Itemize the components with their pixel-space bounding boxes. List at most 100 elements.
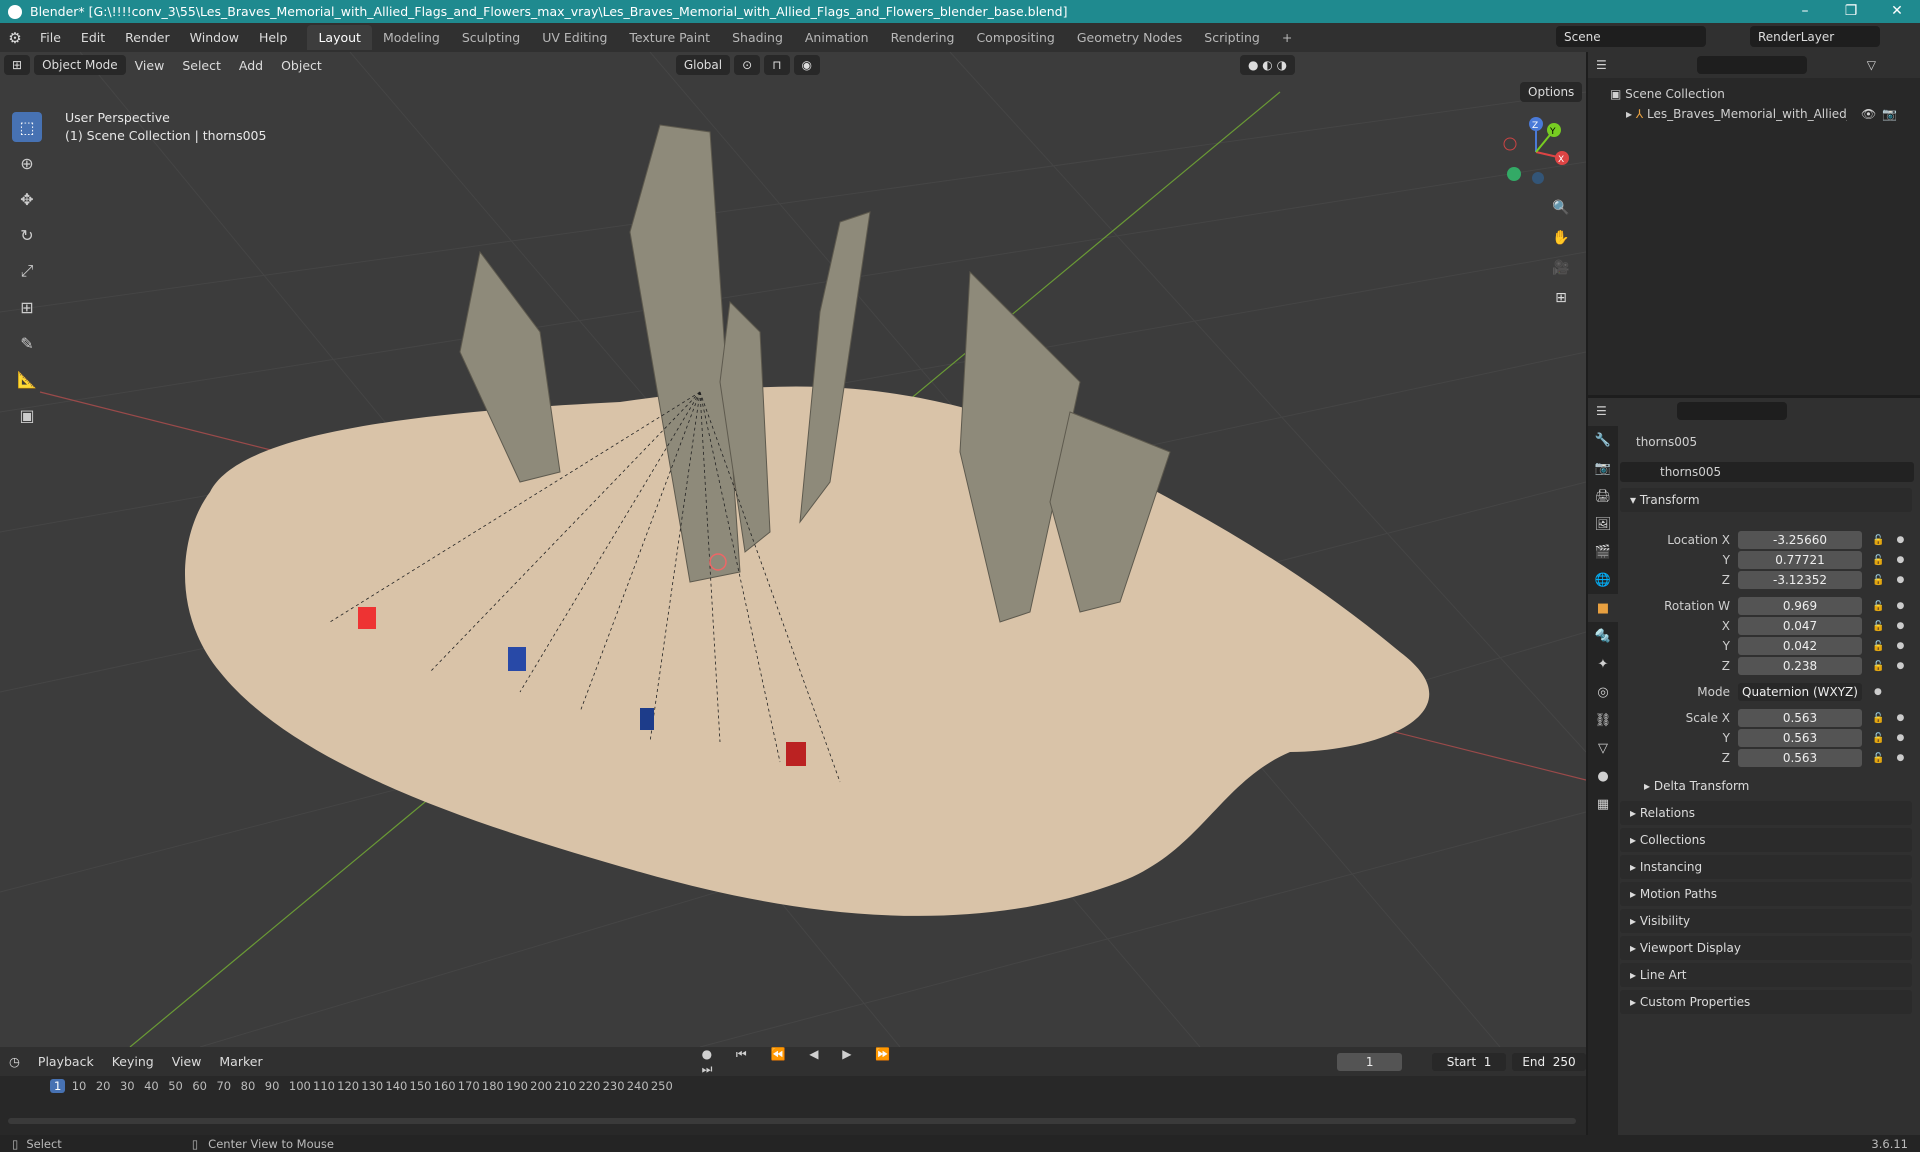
output-tab-icon[interactable]: 🖨 [1588,482,1618,510]
measure-icon[interactable]: 📐 [12,364,42,394]
zoom-icon[interactable]: 🔍 [1548,195,1574,221]
lock-icon[interactable]: 🔓 [1872,535,1884,546]
lock-icon[interactable]: 🔓 [1872,753,1884,764]
keyframe-dot-icon[interactable]: ● [1896,713,1904,723]
properties-search-input[interactable] [1676,402,1787,420]
outliner-search-input[interactable] [1696,56,1807,74]
physics-tab-icon[interactable]: ◎ [1588,678,1618,706]
keyframe-dot-icon[interactable]: ● [1896,535,1904,545]
rotation-y-field[interactable]: 0.042 [1738,637,1862,655]
instancing-section[interactable]: ▸ Instancing [1620,855,1912,879]
keyframe-dot-icon[interactable]: ● [1896,555,1904,565]
tab-geometry-nodes[interactable]: Geometry Nodes [1066,25,1193,50]
orientation-dropdown[interactable]: Global [675,55,731,75]
outliner-editor-icon[interactable]: ☰ [1596,58,1607,72]
rotate-icon[interactable]: ↻ [12,220,42,250]
camera-icon[interactable]: 🎥 [1548,255,1574,281]
timeline-scrollbar[interactable] [8,1118,1576,1124]
keyframe-dot-icon[interactable]: ● [1896,621,1904,631]
object-datablock-field[interactable]: thorns005 [1620,462,1914,482]
lock-icon[interactable]: 🔓 [1872,713,1884,724]
add-workspace-icon[interactable]: + [1271,25,1303,50]
delta-transform-section[interactable]: ▸ Delta Transform [1634,774,1912,798]
lock-icon[interactable]: 🔓 [1872,601,1884,612]
rotation-x-field[interactable]: 0.047 [1738,617,1862,635]
vp-menu-select[interactable]: Select [173,58,230,73]
location-x-field[interactable]: -3.25660 [1738,531,1862,549]
material-tab-icon[interactable]: ● [1588,762,1618,790]
keyframe-dot-icon[interactable]: ● [1896,661,1904,671]
mode-dropdown[interactable]: Object Mode [34,55,126,75]
keyframe-dot-icon[interactable]: ● [1896,753,1904,763]
keyframe-dot-icon[interactable]: ● [1896,733,1904,743]
location-y-field[interactable]: 0.77721 [1738,551,1862,569]
properties-editor-icon[interactable]: ☰ [1596,404,1607,418]
rotation-w-field[interactable]: 0.969 [1738,597,1862,615]
line-art-section[interactable]: ▸ Line Art [1620,963,1912,987]
world-tab-icon[interactable]: 🌐 [1588,566,1618,594]
cursor-icon[interactable]: ⊕ [12,148,42,178]
options-button[interactable]: Options [1520,82,1583,102]
playback-menu[interactable]: Playback [29,1054,103,1069]
playback-controls[interactable]: ● ⏮ ⏪ ◀ ▶ ⏩ ⏭ [702,1047,918,1077]
close-icon[interactable]: ✕ [1874,0,1920,23]
lock-icon[interactable]: 🔓 [1872,641,1884,652]
timeline-view-menu[interactable]: View [163,1054,211,1069]
scale-x-field[interactable]: 0.563 [1738,709,1862,727]
object-tab-icon[interactable]: ■ [1588,594,1618,622]
editor-type-button[interactable]: ⊞ [4,55,31,75]
select-box-icon[interactable]: ⬚ [12,112,42,142]
camera-render-icon[interactable]: 📷 [1882,104,1897,124]
viewport-display-section[interactable]: ▸ Viewport Display [1620,936,1912,960]
motion-paths-section[interactable]: ▸ Motion Paths [1620,882,1912,906]
texture-tab-icon[interactable]: ▦ [1588,790,1618,818]
lock-icon[interactable]: 🔓 [1872,555,1884,566]
timeline-ruler[interactable]: 1 10 20 30 40 50 60 70 80 90 100 110 120 130 140 150 160… [0,1076,1586,1098]
scale-y-field[interactable]: 0.563 [1738,729,1862,747]
renderlayer-selector[interactable]: RenderLayer [1750,26,1880,47]
transform-icon[interactable]: ⊞ [12,292,42,322]
collections-section[interactable]: ▸ Collections [1620,828,1912,852]
pivot-icon[interactable]: ⊙ [734,55,761,75]
rotation-z-field[interactable]: 0.238 [1738,657,1862,675]
tab-shading[interactable]: Shading [721,25,794,50]
menu-help[interactable]: Help [249,30,298,45]
current-frame-field[interactable]: 1 [1337,1052,1403,1071]
menu-render[interactable]: Render [115,30,180,45]
shading-modes[interactable]: ● ◐ ◑ [1240,55,1296,75]
keyframe-dot-icon[interactable]: ● [1896,641,1904,651]
keying-menu[interactable]: Keying [103,1054,163,1069]
minimize-icon[interactable]: – [1782,0,1828,23]
tab-scripting[interactable]: Scripting [1193,25,1271,50]
transform-section-header[interactable]: ▾ Transform [1620,488,1912,512]
tab-texture-paint[interactable]: Texture Paint [618,25,721,50]
grid-perspective-icon[interactable]: ⊞ [1548,285,1574,311]
add-cube-icon[interactable]: ▣ [12,400,42,430]
tab-animation[interactable]: Animation [794,25,880,50]
tab-compositing[interactable]: Compositing [965,25,1065,50]
vp-menu-object[interactable]: Object [272,58,331,73]
vp-menu-add[interactable]: Add [230,58,272,73]
scene-selector[interactable]: Scene [1556,26,1706,47]
keyframe-dot-icon[interactable]: ● [1874,687,1882,697]
view-layer-tab-icon[interactable]: 🖼 [1588,510,1618,538]
data-tab-icon[interactable]: ▽ [1588,734,1618,762]
pan-hand-icon[interactable]: ✋ [1548,225,1574,251]
timeline-editor-icon[interactable]: ◷ [0,1054,29,1069]
tool-tab-icon[interactable]: 🔧 [1588,426,1618,454]
outliner-item-row[interactable]: ▸ ⅄ Les_Braves_Memorial_with_Allied_Flag… [1610,104,1920,124]
expand-arrow-icon[interactable]: ▸ [1626,104,1632,124]
eye-icon[interactable]: 👁 [1861,104,1876,124]
keyframe-dot-icon[interactable]: ● [1896,575,1904,585]
particles-tab-icon[interactable]: ✦ [1588,650,1618,678]
keyframe-dot-icon[interactable]: ● [1896,601,1904,611]
tab-sculpting[interactable]: Sculpting [451,25,531,50]
menu-window[interactable]: Window [180,30,249,45]
relations-section[interactable]: ▸ Relations [1620,801,1912,825]
start-frame-field[interactable]: Start 1 [1432,1052,1507,1071]
lock-icon[interactable]: 🔓 [1872,661,1884,672]
scene-collection-row[interactable]: ▣ Scene Collection [1610,84,1920,104]
lock-icon[interactable]: 🔓 [1872,733,1884,744]
snap-icon[interactable]: ⊓ [764,55,790,75]
menu-file[interactable]: File [30,30,71,45]
